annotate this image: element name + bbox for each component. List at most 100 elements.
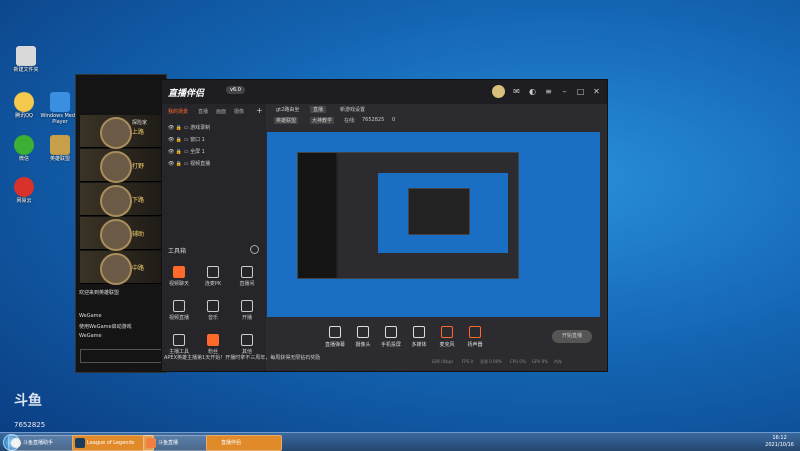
avatar[interactable]: [492, 85, 505, 98]
wmp-icon: [50, 92, 70, 112]
qq-icon: [14, 92, 34, 112]
obs-icon: [209, 438, 219, 448]
champion-slot[interactable]: 中路: [80, 251, 164, 285]
room-icon: [241, 266, 253, 278]
taskbar-button[interactable]: 直播伴侣: [206, 435, 282, 451]
room-id: 7652825: [14, 421, 46, 429]
close-icon[interactable]: ✕: [592, 87, 601, 96]
edit-title-button[interactable]: 新游戏设置: [340, 106, 365, 113]
scene-item[interactable]: 👁 🔒 ▭ 窗口 1: [168, 136, 205, 143]
chat-line: 使用WeGame启动游戏: [79, 324, 132, 330]
champion-avatar: [100, 253, 132, 285]
tool-button[interactable]: 粉丝: [198, 334, 228, 355]
minimize-icon[interactable]: –: [560, 87, 569, 96]
tool-button[interactable]: 主播工具: [164, 334, 194, 355]
skin-icon[interactable]: ◐: [528, 87, 537, 96]
live-icon: [241, 300, 253, 312]
folder-icon: [16, 46, 36, 66]
champion-slot[interactable]: 打野: [80, 149, 164, 183]
desktop-icon-0[interactable]: 新建文件夹: [6, 46, 46, 73]
toolbox-header: 工具箱: [168, 248, 187, 255]
chat-line: WeGame: [79, 313, 102, 319]
maximize-icon[interactable]: □: [576, 87, 585, 96]
tool-button[interactable]: 直播间: [232, 266, 262, 287]
notice-banner[interactable]: APEX英雄主播第1天开始！开播时拿不三周年，每周获得无限钻石奖励: [164, 354, 320, 361]
status-row: 英雄联盟 大神教学 在线: 7652825 0: [274, 117, 396, 124]
bottom-button[interactable]: 麦克风: [435, 326, 459, 348]
bottom-button[interactable]: 手机投屏: [379, 326, 403, 348]
tab-live[interactable]: 直播: [198, 108, 208, 115]
champion-avatar: [100, 117, 132, 149]
tool-button[interactable]: 视频直播: [164, 300, 194, 321]
mic-pk-icon: [207, 266, 219, 278]
desktop-icon-2[interactable]: 微信: [4, 135, 44, 162]
douyu-watermark-logo: 斗鱼: [14, 393, 42, 409]
viewer-count: 7652825: [362, 117, 385, 123]
desktop-icon-3[interactable]: 网易云: [4, 177, 44, 204]
phone-icon: [385, 326, 397, 338]
game-client-window[interactable]: 探险家 上路 打野 下路 辅助 中路 欢迎来到英雄联盟 WeGame 使用WeG…: [75, 74, 167, 373]
tool-button[interactable]: 视频聊天: [164, 266, 194, 287]
bottom-button[interactable]: 扬声器: [463, 326, 487, 348]
stream-app-window[interactable]: 直播伴侣 v6.0 ✉ ◐ ≡ – □ ✕ 我的场景 直播 画面 摄像 + 👁 …: [161, 79, 608, 372]
nested-preview: [297, 152, 519, 279]
scene-item[interactable]: 👁 🔒 ▭ 视频直播: [168, 160, 210, 167]
danmaku-icon: [329, 326, 341, 338]
tab-screen[interactable]: 画面: [216, 108, 226, 115]
champion-avatar: [100, 185, 132, 217]
tab-scenes[interactable]: 我的场景: [168, 108, 188, 115]
lol-icon: [75, 438, 85, 448]
scene-panel: 我的场景 直播 画面 摄像 + 👁 🔒 ▭ 游戏录制 👁 🔒 ▭ 窗口 1 👁 …: [162, 104, 266, 371]
chat-input[interactable]: [80, 349, 162, 363]
version-badge: v6.0: [226, 86, 245, 94]
champion-slot[interactable]: 探险家 上路: [80, 115, 164, 149]
tab-camera[interactable]: 摄像: [234, 108, 244, 115]
lol-icon: [50, 135, 70, 155]
taskbar: 斗鱼直播助手 League of Legends 斗鱼直播 直播伴侣 16:12…: [0, 432, 800, 451]
settings-icon[interactable]: [250, 245, 259, 254]
taskbar-button[interactable]: 斗鱼直播助手: [8, 435, 82, 451]
tool-button[interactable]: 开播: [232, 300, 262, 321]
chat-line: 欢迎来到英雄联盟: [79, 290, 120, 296]
douyu-icon: [146, 438, 156, 448]
category-tag[interactable]: 直播: [310, 106, 327, 113]
add-icon[interactable]: +: [256, 106, 263, 115]
taskbar-button[interactable]: League of Legends: [72, 435, 154, 451]
music-icon: [207, 300, 219, 312]
chat-line: WeGame: [79, 333, 102, 339]
bottom-button[interactable]: 直播弹幕: [323, 326, 347, 348]
title-bar: 直播伴侣 v6.0 ✉ ◐ ≡ – □ ✕: [162, 80, 607, 104]
tool-button[interactable]: 连麦PK: [198, 266, 228, 287]
go-live-button[interactable]: 开始直播: [552, 330, 592, 343]
tool-button[interactable]: 音乐: [198, 300, 228, 321]
more-icon: [241, 334, 253, 346]
bottom-button[interactable]: 摄像头: [351, 326, 375, 348]
stream-preview[interactable]: [267, 132, 600, 317]
bottom-button[interactable]: 多媒体: [407, 326, 431, 348]
chrome-icon: [11, 438, 21, 448]
champion-slot[interactable]: 下路: [80, 183, 164, 217]
desktop-icon-5[interactable]: 英雄联盟: [40, 135, 80, 162]
anchor-icon: [173, 334, 185, 346]
mail-icon[interactable]: ✉: [512, 87, 521, 96]
video-chat-icon: [173, 266, 185, 278]
netease-icon: [14, 177, 34, 197]
room-info-bar: gt2路由坐 直播 新游戏设置: [276, 106, 366, 113]
mic-icon: [441, 326, 453, 338]
camera-icon: [357, 326, 369, 338]
desktop-icon-1[interactable]: 腾讯QQ: [4, 92, 44, 119]
menu-icon[interactable]: ≡: [544, 87, 553, 96]
tool-button[interactable]: 其他: [232, 334, 262, 355]
like-count: 0: [392, 117, 396, 123]
scene-item[interactable]: 👁 🔒 ▭ 游戏录制: [168, 124, 210, 131]
media-icon: [413, 326, 425, 338]
desktop-icon-4[interactable]: Windows Media Player: [40, 92, 80, 125]
wechat-icon: [14, 135, 34, 155]
speaker-icon: [469, 326, 481, 338]
app-title: 直播伴侣: [168, 89, 205, 99]
champion-avatar: [100, 151, 132, 183]
champion-slot[interactable]: 辅助: [80, 217, 164, 251]
video-icon: [173, 300, 185, 312]
system-clock[interactable]: 16:12 2021/10/16: [765, 435, 794, 449]
scene-item[interactable]: 👁 🔒 ▭ 全屏 1: [168, 148, 205, 155]
